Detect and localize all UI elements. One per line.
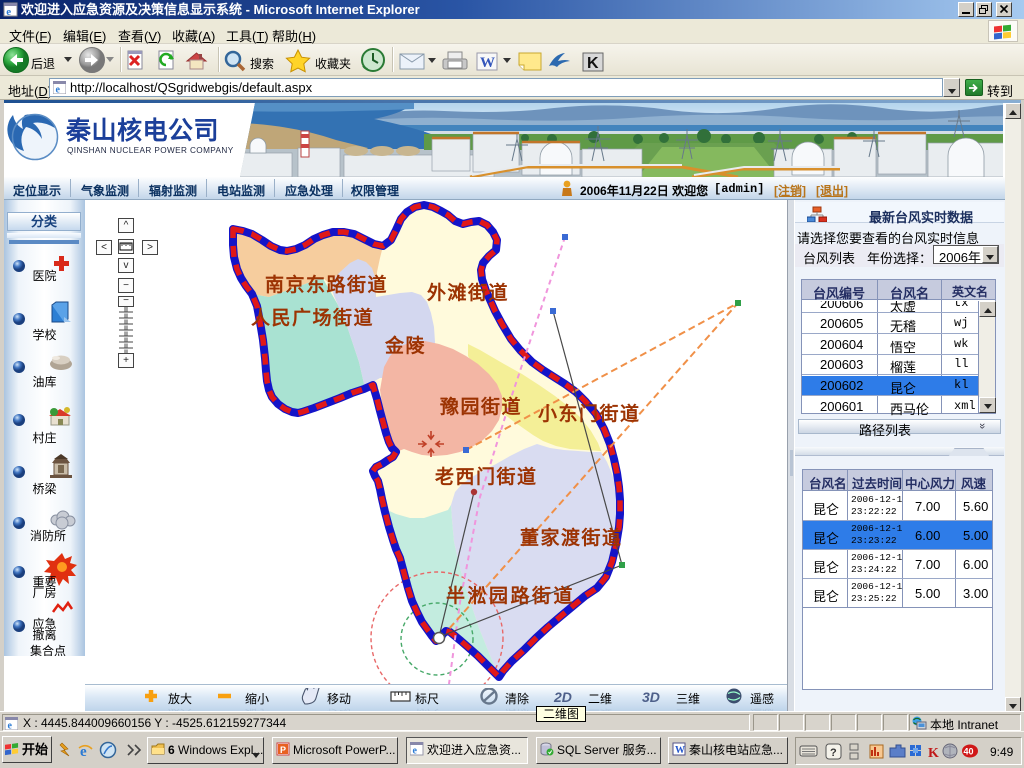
- svg-text:2D: 2D: [553, 689, 572, 705]
- svg-text:金陵: 金陵: [384, 334, 426, 357]
- svg-text:e: e: [413, 746, 418, 757]
- svg-text:?: ?: [830, 747, 837, 759]
- svg-text:40: 40: [964, 747, 974, 757]
- svg-text:K: K: [928, 746, 939, 760]
- svg-text:豫园街道: 豫园街道: [440, 395, 522, 418]
- svg-text:P: P: [280, 745, 286, 755]
- svg-text:半淞园路街道: 半淞园路街道: [446, 584, 575, 607]
- svg-text:e: e: [8, 721, 13, 731]
- svg-text:QINSHAN NUCLEAR POWER COMPANY: QINSHAN NUCLEAR POWER COMPANY: [67, 146, 234, 155]
- svg-text:3D: 3D: [642, 689, 660, 705]
- svg-text:e: e: [6, 6, 11, 18]
- svg-text:老西门街道: 老西门街道: [435, 465, 538, 488]
- svg-text:W: W: [675, 745, 685, 756]
- svg-text:秦山核电公司: 秦山核电公司: [65, 116, 219, 145]
- svg-text:人民广场街道: 人民广场街道: [251, 306, 374, 329]
- svg-text:外滩街道: 外滩街道: [427, 281, 509, 304]
- svg-text:W: W: [480, 55, 495, 71]
- svg-text:董家渡街道: 董家渡街道: [520, 526, 623, 549]
- svg-text:e: e: [56, 85, 61, 95]
- svg-text:小东门街道: 小东门街道: [538, 402, 641, 425]
- svg-text:南京东路街道: 南京东路街道: [265, 273, 388, 296]
- svg-text:K: K: [587, 55, 599, 72]
